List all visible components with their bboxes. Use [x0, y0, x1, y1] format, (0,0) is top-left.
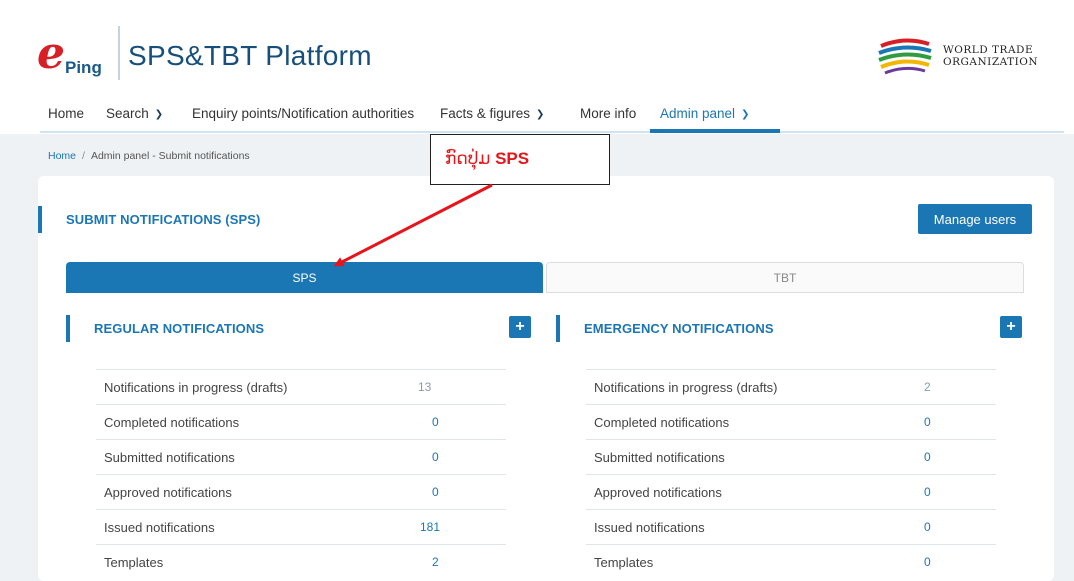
manage-users-button[interactable]: Manage users — [918, 204, 1032, 234]
row-label: Completed notifications — [594, 414, 730, 430]
table-row[interactable]: Notifications in progress (drafts) 13 — [96, 369, 506, 404]
row-value[interactable]: 0 — [924, 415, 931, 429]
row-label: Notifications in progress (drafts) — [594, 379, 778, 395]
table-row[interactable]: Completed notifications 0 — [96, 404, 506, 439]
logo-divider — [118, 26, 120, 80]
row-label: Templates — [104, 554, 164, 570]
chevron-down-icon: ❯ — [741, 109, 750, 120]
wto-name-line2: ORGANIZATION — [943, 56, 1039, 68]
row-label: Issued notifications — [594, 519, 705, 535]
row-value[interactable]: 0 — [432, 450, 439, 464]
table-row[interactable]: Templates 0 — [586, 544, 996, 579]
wto-logo[interactable]: WORLD TRADE ORGANIZATION — [875, 36, 1045, 76]
nav-underline — [40, 131, 1064, 133]
table-row[interactable]: Notifications in progress (drafts) 2 — [586, 369, 996, 404]
row-value[interactable]: 0 — [432, 485, 439, 499]
table-row[interactable]: Templates 2 — [96, 544, 506, 579]
table-row[interactable]: Approved notifications 0 — [96, 474, 506, 509]
annotation-text-lao: ກົດປຸ່ມ — [445, 149, 496, 168]
breadcrumb-current: Admin panel - Submit notifications — [90, 150, 250, 162]
annotation-callout: ກົດປຸ່ມ SPS — [430, 134, 610, 185]
row-value[interactable]: 181 — [420, 520, 440, 534]
tab-sps[interactable]: SPS — [66, 262, 543, 293]
nav-item-label: Facts & figures — [440, 106, 531, 121]
table-row[interactable]: Approved notifications 0 — [586, 474, 996, 509]
nav-item-label: Home — [48, 106, 85, 121]
site-header: e Ping SPS&TBT Platform WORLD TRADE ORGA… — [0, 0, 1074, 96]
annotation-text: ກົດປຸ່ມ SPS — [445, 149, 529, 169]
table-row[interactable]: Issued notifications 0 — [586, 509, 996, 544]
row-label: Approved notifications — [104, 484, 232, 500]
nav-item-enquiry-points[interactable]: Enquiry points/Notification authorities — [192, 106, 414, 121]
main-nav: Home Search ❯ Enquiry points/Notification… — [0, 96, 1074, 134]
row-value[interactable]: 0 — [924, 450, 931, 464]
row-value[interactable]: 13 — [418, 380, 431, 394]
row-label: Completed notifications — [104, 414, 240, 430]
add-regular-notification-button[interactable]: + — [509, 316, 531, 338]
nav-item-more-info[interactable]: More info — [580, 106, 636, 121]
table-row[interactable]: Issued notifications 181 — [96, 509, 506, 544]
breadcrumb-home[interactable]: Home — [48, 150, 76, 162]
plus-icon: + — [515, 318, 525, 335]
chevron-down-icon: ❯ — [536, 109, 545, 120]
row-value[interactable]: 0 — [924, 555, 931, 569]
row-value[interactable]: 0 — [432, 415, 439, 429]
emergency-accent-bar — [556, 315, 560, 342]
nav-item-label: Enquiry points/Notification authorities — [192, 106, 415, 121]
wto-name-line1: WORLD TRADE — [943, 44, 1034, 56]
page-title: SUBMIT NOTIFICATIONS (SPS) — [66, 212, 261, 227]
nav-item-label: Search — [106, 106, 149, 121]
breadcrumb: Home / Admin panel - Submit notifications — [48, 150, 250, 162]
table-row[interactable]: Completed notifications 0 — [586, 404, 996, 439]
table-row[interactable]: Submitted notifications 0 — [96, 439, 506, 474]
row-label: Submitted notifications — [594, 449, 725, 465]
wto-name: WORLD TRADE ORGANIZATION — [943, 44, 1038, 68]
row-value[interactable]: 2 — [924, 380, 931, 394]
plus-icon: + — [1006, 318, 1016, 335]
nav-item-search[interactable]: Search ❯ — [106, 106, 163, 121]
tab-tbt[interactable]: TBT — [546, 262, 1024, 293]
row-label: Notifications in progress (drafts) — [104, 379, 288, 395]
regular-accent-bar — [66, 315, 70, 342]
row-label: Approved notifications — [594, 484, 722, 500]
emergency-notifications-title: EMERGENCY NOTIFICATIONS — [584, 321, 774, 336]
regular-notifications-table: Notifications in progress (drafts) 13 Co… — [96, 369, 506, 579]
emergency-notifications-table: Notifications in progress (drafts) 2 Com… — [586, 369, 996, 579]
row-value[interactable]: 0 — [924, 485, 931, 499]
nav-item-label: More info — [580, 106, 637, 121]
row-value[interactable]: 2 — [432, 555, 439, 569]
wto-emblem-icon — [878, 38, 932, 75]
row-label: Issued notifications — [104, 519, 215, 535]
row-label: Templates — [594, 554, 654, 570]
platform-title: SPS&TBT Platform — [128, 40, 372, 71]
nav-item-home[interactable]: Home — [48, 106, 84, 121]
table-row[interactable]: Submitted notifications 0 — [586, 439, 996, 474]
regular-notifications-title: REGULAR NOTIFICATIONS — [94, 321, 265, 336]
breadcrumb-separator: / — [82, 150, 85, 162]
logo-e-letter: e — [37, 28, 65, 79]
annotation-text-bold: SPS — [495, 149, 530, 168]
add-emergency-notification-button[interactable]: + — [1000, 316, 1022, 338]
logo-ping-text: Ping — [65, 58, 102, 77]
nav-item-facts-figures[interactable]: Facts & figures ❯ — [440, 106, 544, 121]
nav-active-indicator — [650, 129, 780, 133]
nav-item-admin-panel[interactable]: Admin panel ❯ — [660, 106, 749, 121]
eping-logo[interactable]: e Ping — [37, 28, 115, 82]
nav-item-label: Admin panel — [660, 106, 736, 121]
section-accent-bar — [38, 206, 42, 233]
row-value[interactable]: 0 — [924, 520, 931, 534]
row-label: Submitted notifications — [104, 449, 235, 465]
chevron-down-icon: ❯ — [154, 109, 164, 120]
